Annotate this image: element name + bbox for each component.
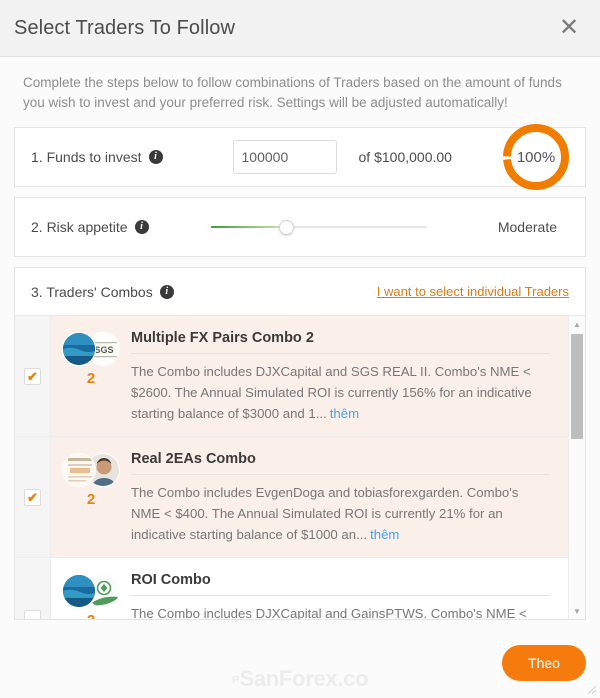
combo-trader-count: 2 (86, 370, 96, 387)
risk-slider[interactable] (210, 219, 427, 235)
combo-checkbox-cell[interactable]: ✔ (15, 316, 51, 436)
funds-percent-gauge: 100% (499, 120, 573, 194)
combos-label: 3. Traders' Combos (31, 283, 153, 300)
risk-slider-fill (210, 226, 287, 228)
dialog-header: Select Traders To Follow ✕ (0, 0, 600, 57)
avatar-pair (62, 574, 120, 608)
combos-list: ✔ SGS 2 Multiple FX Pairs Combo 2 The Combo … (15, 316, 568, 619)
risk-value-label: Moderate (497, 219, 557, 235)
read-more-link[interactable]: thêm (330, 406, 359, 421)
combo-avatars: 2 (51, 558, 131, 619)
combo-checkbox[interactable]: ✔ (24, 488, 41, 506)
svg-text:SGS: SGS (94, 345, 113, 355)
close-icon[interactable]: ✕ (556, 15, 582, 41)
select-individual-traders-link[interactable]: I want to select individual Traders (377, 284, 569, 299)
funds-of-text: of $100,000.00 (358, 149, 452, 165)
risk-slider-area: Moderate (210, 210, 557, 244)
step-funds-panel: 1. Funds to invest i of $100,000.00 100% (14, 124, 586, 190)
avatar-pair (62, 453, 120, 487)
funds-label-group: 1. Funds to invest i (31, 149, 163, 165)
avatar (62, 574, 96, 608)
risk-label-group: 2. Risk appetite i (31, 219, 149, 235)
combo-row[interactable]: ✔ SGS 2 Multiple FX Pairs Combo 2 The Combo … (15, 316, 568, 437)
combo-title: ROI Combo (131, 572, 550, 596)
combos-header: 3. Traders' Combos i I want to select in… (15, 268, 585, 316)
resize-grip-icon[interactable] (587, 685, 597, 695)
dialog-footer: ᴩSanForex.co Theo (0, 628, 600, 698)
info-icon[interactable]: i (148, 150, 163, 164)
scroll-down-icon[interactable]: ▼ (569, 603, 586, 619)
scrollbar-thumb[interactable] (570, 334, 583, 439)
step-risk-panel: 2. Risk appetite i Moderate (14, 197, 586, 257)
step-combos-panel: 3. Traders' Combos i I want to select in… (14, 267, 586, 620)
combo-avatars: 2 (51, 437, 131, 557)
funds-input[interactable] (232, 140, 337, 174)
risk-row: 2. Risk appetite i Moderate (15, 198, 585, 256)
combo-checkbox-cell[interactable] (15, 558, 51, 619)
combo-description: The Combo includes DJXCapital and GainsP… (131, 606, 527, 619)
risk-slider-handle[interactable] (278, 219, 294, 235)
combo-content: ROI Combo The Combo includes DJXCapital a… (131, 558, 568, 619)
combo-checkbox-cell[interactable]: ✔ (15, 437, 51, 557)
combos-scrollbar[interactable]: ▲ ▼ (568, 316, 585, 619)
check-icon: ✔ (27, 368, 38, 384)
combo-checkbox[interactable]: ✔ (24, 367, 41, 385)
combos-list-wrapper: ✔ SGS 2 Multiple FX Pairs Combo 2 The Combo … (15, 316, 585, 619)
check-icon: ✔ (27, 489, 38, 505)
combo-avatars: SGS 2 (51, 316, 131, 436)
watermark-text: SanForex.co (239, 666, 369, 691)
combo-title: Real 2EAs Combo (131, 451, 550, 475)
risk-label: 2. Risk appetite (31, 219, 128, 235)
watermark-mark: ᴩ (231, 671, 240, 686)
combo-description: The Combo includes EvgenDoga and tobiasf… (131, 485, 519, 542)
funds-label: 1. Funds to invest (31, 149, 142, 165)
scrollbar-track[interactable] (569, 332, 586, 603)
info-icon[interactable]: i (134, 220, 149, 234)
avatar (62, 453, 96, 487)
submit-button[interactable]: Theo (502, 645, 586, 681)
info-icon[interactable]: i (159, 284, 174, 299)
combos-label-group: 3. Traders' Combos i (31, 284, 174, 300)
funds-row: 1. Funds to invest i of $100,000.00 100% (15, 124, 585, 190)
read-more-link[interactable]: thêm (370, 527, 399, 542)
intro-text: Complete the steps below to follow combi… (23, 75, 562, 110)
combo-row[interactable]: 2 ROI Combo The Combo includes DJXCapital … (15, 558, 568, 619)
funds-input-group: of $100,000.00 (232, 140, 452, 174)
dialog-body: Complete the steps below to follow combi… (0, 57, 600, 628)
page-title: Select Traders To Follow (14, 16, 236, 39)
combo-title: Multiple FX Pairs Combo 2 (131, 330, 550, 354)
select-traders-dialog: Select Traders To Follow ✕ Complete the … (0, 0, 600, 698)
avatar-pair: SGS (62, 332, 120, 366)
combo-content: Real 2EAs Combo The Combo includes EvgenD… (131, 437, 568, 557)
combo-row[interactable]: ✔ 2 Real 2EAs Combo The Combo includes Evge… (15, 437, 568, 558)
scroll-up-icon[interactable]: ▲ (569, 316, 586, 332)
gauge-percent-label: 100% (516, 148, 556, 166)
combo-content: Multiple FX Pairs Combo 2 The Combo inclu… (131, 316, 568, 436)
avatar (62, 332, 96, 366)
combo-trader-count: 2 (87, 612, 95, 619)
combo-trader-count: 2 (86, 491, 96, 508)
combo-description: The Combo includes DJXCapital and SGS RE… (131, 364, 532, 421)
combo-checkbox[interactable] (24, 609, 41, 619)
